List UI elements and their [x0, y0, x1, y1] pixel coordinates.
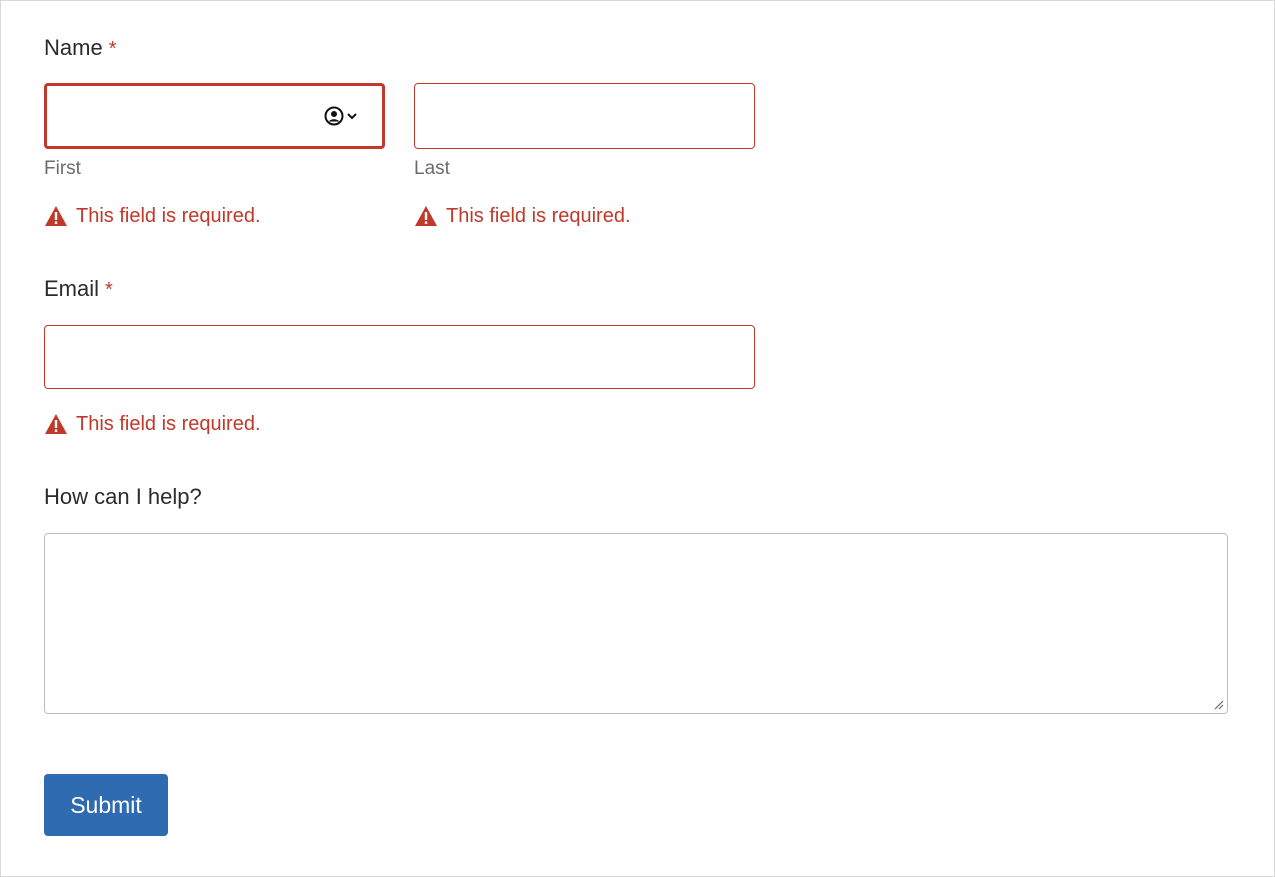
- warning-triangle-icon: [45, 414, 67, 434]
- first-name-field[interactable]: [44, 83, 385, 149]
- email-error: This field is required.: [44, 412, 261, 436]
- last-name-field[interactable]: [414, 83, 755, 149]
- autofill-contact-icon[interactable]: [324, 106, 358, 126]
- last-sublabel: Last: [414, 158, 450, 179]
- warning-triangle-icon: [45, 206, 67, 226]
- first-name-error-text: This field is required.: [76, 205, 261, 227]
- help-label: How can I help?: [44, 484, 202, 509]
- required-asterisk: *: [105, 279, 113, 301]
- email-input[interactable]: [45, 326, 754, 388]
- name-label: Name *: [44, 35, 117, 60]
- last-name-input[interactable]: [415, 84, 754, 148]
- email-error-text: This field is required.: [76, 413, 261, 435]
- help-textarea[interactable]: [44, 533, 1228, 714]
- warning-triangle-icon: [415, 206, 437, 226]
- required-asterisk: *: [108, 38, 117, 60]
- last-name-error-text: This field is required.: [446, 205, 631, 227]
- last-name-error: This field is required.: [414, 204, 631, 228]
- email-field[interactable]: [44, 325, 755, 389]
- first-name-error: This field is required.: [44, 204, 261, 228]
- contact-form: Name * First This field is required. Last: [0, 0, 1275, 877]
- resize-handle-icon[interactable]: [1212, 698, 1224, 710]
- chevron-down-icon: [347, 113, 357, 120]
- first-sublabel: First: [44, 158, 81, 179]
- submit-button[interactable]: Submit: [44, 774, 168, 836]
- email-label: Email *: [44, 276, 113, 301]
- person-circle-icon: [324, 106, 344, 126]
